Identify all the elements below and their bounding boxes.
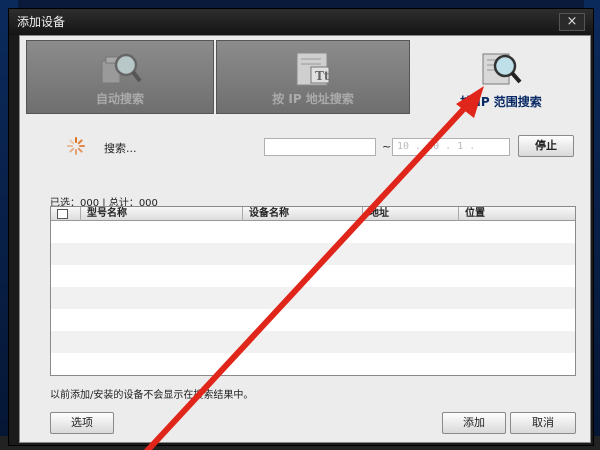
dialog-titlebar: 添加设备 bbox=[9, 9, 593, 35]
device-list-table: 型号名称 设备名称 地址 位置 bbox=[50, 206, 576, 376]
add-device-dialog: 添加设备 × 自动搜索 Tt 按 IP 地址搜索 按 IP 范围搜索 搜索...… bbox=[8, 8, 594, 446]
options-button[interactable]: 选项 bbox=[50, 412, 114, 434]
table-row bbox=[51, 353, 575, 375]
ip-range-end-input[interactable]: 10 . 20 . 1 . bbox=[392, 138, 510, 156]
tab-ip-address-search[interactable]: Tt 按 IP 地址搜索 bbox=[216, 40, 410, 114]
ip-range-separator: ~ bbox=[382, 140, 392, 153]
tab-auto-search[interactable]: 自动搜索 bbox=[26, 40, 214, 114]
stop-button[interactable]: 停止 bbox=[518, 135, 574, 157]
table-row bbox=[51, 287, 575, 309]
column-model-name[interactable]: 型号名称 bbox=[81, 207, 243, 221]
add-button[interactable]: 添加 bbox=[442, 412, 506, 434]
tab-auto-search-label: 自动搜索 bbox=[95, 92, 144, 106]
dialog-title: 添加设备 bbox=[17, 15, 66, 29]
tab-ip-range-search-label: 按 IP 范围搜索 bbox=[460, 95, 542, 109]
column-location[interactable]: 位置 bbox=[459, 207, 575, 221]
text-document-icon: Tt bbox=[296, 52, 330, 86]
magnifier-icon bbox=[101, 53, 142, 84]
ip-range-search-row: 搜索... ~ 10 . 20 . 1 . 停止 bbox=[20, 132, 590, 162]
table-row bbox=[51, 331, 575, 353]
table-row bbox=[51, 221, 575, 243]
table-row bbox=[51, 309, 575, 331]
select-all-column bbox=[51, 207, 81, 221]
column-device-name[interactable]: 设备名称 bbox=[243, 207, 363, 221]
select-all-checkbox[interactable] bbox=[57, 209, 68, 219]
dialog-content: 自动搜索 Tt 按 IP 地址搜索 按 IP 范围搜索 搜索... ~ 10 .… bbox=[19, 35, 591, 443]
close-button[interactable]: × bbox=[559, 13, 585, 31]
scroll-magnifier-icon bbox=[482, 53, 522, 85]
cancel-button[interactable]: 取消 bbox=[510, 412, 576, 434]
table-row bbox=[51, 265, 575, 287]
tab-ip-range-search[interactable]: 按 IP 范围搜索 bbox=[412, 40, 590, 114]
search-mode-tabs: 自动搜索 Tt 按 IP 地址搜索 按 IP 范围搜索 bbox=[20, 36, 590, 120]
table-header: 型号名称 设备名称 地址 位置 bbox=[51, 207, 575, 221]
tab-ip-address-search-label: 按 IP 地址搜索 bbox=[272, 92, 354, 106]
svg-text:Tt: Tt bbox=[315, 69, 330, 83]
column-address[interactable]: 地址 bbox=[363, 207, 459, 221]
ip-range-start-input[interactable] bbox=[264, 138, 376, 156]
previous-devices-note: 以前添加/安装的设备不会显示在搜索结果中。 bbox=[50, 390, 254, 401]
loading-spinner-icon bbox=[67, 137, 85, 155]
table-row bbox=[51, 243, 575, 265]
search-status-text: 搜索... bbox=[104, 142, 137, 155]
